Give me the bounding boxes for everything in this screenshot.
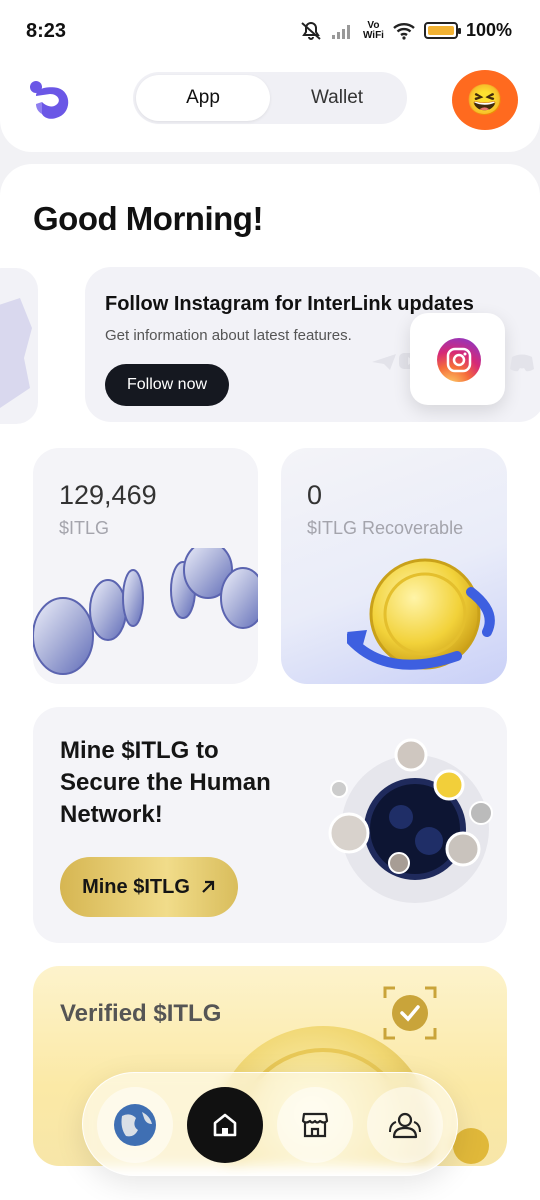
status-time: 8:23	[26, 20, 67, 42]
bottom-nav	[82, 1072, 458, 1176]
page-title: Good Morning!	[33, 200, 263, 237]
instagram-card	[410, 313, 505, 405]
gold-coin-recover-icon	[347, 558, 495, 670]
mine-card: Mine $ITLG to Secure the Human Network! …	[33, 707, 507, 943]
verified-check-icon	[383, 986, 437, 1040]
home-content: Good Morning! Follow Instagram for Inter…	[0, 164, 540, 1200]
status-icons: Vo WiFi 100%	[299, 20, 512, 41]
home-icon	[213, 1113, 237, 1137]
globe-icon	[114, 1104, 156, 1146]
previous-banner-card[interactable]	[0, 268, 38, 424]
mine-button-label: Mine $ITLG	[82, 875, 190, 898]
itlg-balance-value: 129,469	[59, 480, 157, 510]
mine-button[interactable]: Mine $ITLG	[60, 857, 238, 917]
instagram-banner[interactable]: Follow Instagram for InterLink updates G…	[85, 267, 540, 422]
mine-title: Mine $ITLG to Secure the Human Network!	[60, 737, 271, 828]
itlg-balance-label: $ITLG	[59, 518, 110, 538]
banner-title: Follow Instagram for InterLink updates	[105, 293, 474, 315]
follow-now-button[interactable]: Follow now	[105, 364, 229, 406]
itlg-balance-card[interactable]: 129,469 $ITLG	[33, 448, 258, 684]
mute-icon	[301, 21, 321, 40]
tab-wallet[interactable]: Wallet	[270, 75, 404, 121]
signal-icon	[331, 24, 350, 39]
nav-home[interactable]	[187, 1087, 263, 1163]
arrow-up-right-icon	[202, 880, 214, 893]
nav-globe[interactable]	[97, 1087, 173, 1163]
discord-icon	[510, 354, 534, 372]
battery-percent: 100%	[465, 20, 512, 40]
banner-subtitle: Get information about latest features.	[105, 327, 352, 344]
app-header: App Wallet 😆	[0, 58, 540, 152]
human-network-globe-icon	[328, 738, 493, 903]
tab-app[interactable]: App	[136, 75, 270, 121]
avatar[interactable]: 😆	[452, 70, 518, 130]
instagram-icon	[437, 338, 481, 382]
nav-store[interactable]	[277, 1087, 353, 1163]
interlink-logo-icon	[30, 81, 69, 119]
vowifi-label: Vo WiFi	[362, 19, 384, 41]
store-icon	[301, 1112, 329, 1138]
world-map-icon	[0, 298, 32, 408]
verified-title: Verified $ITLG	[60, 1000, 222, 1027]
silver-coins-icon	[33, 548, 258, 675]
wifi-icon	[393, 22, 415, 40]
nav-community[interactable]	[367, 1087, 443, 1163]
app-wallet-toggle: App Wallet	[133, 72, 407, 124]
recoverable-balance-label: $ITLG Recoverable	[307, 518, 464, 538]
telegram-icon	[372, 354, 396, 370]
recoverable-balance-value: 0	[307, 480, 323, 510]
recoverable-balance-card[interactable]: 0 $ITLG Recoverable	[281, 448, 507, 684]
community-icon	[389, 1112, 421, 1139]
status-bar: 8:23 Vo WiFi 100%	[0, 0, 540, 58]
battery-icon	[423, 22, 461, 39]
